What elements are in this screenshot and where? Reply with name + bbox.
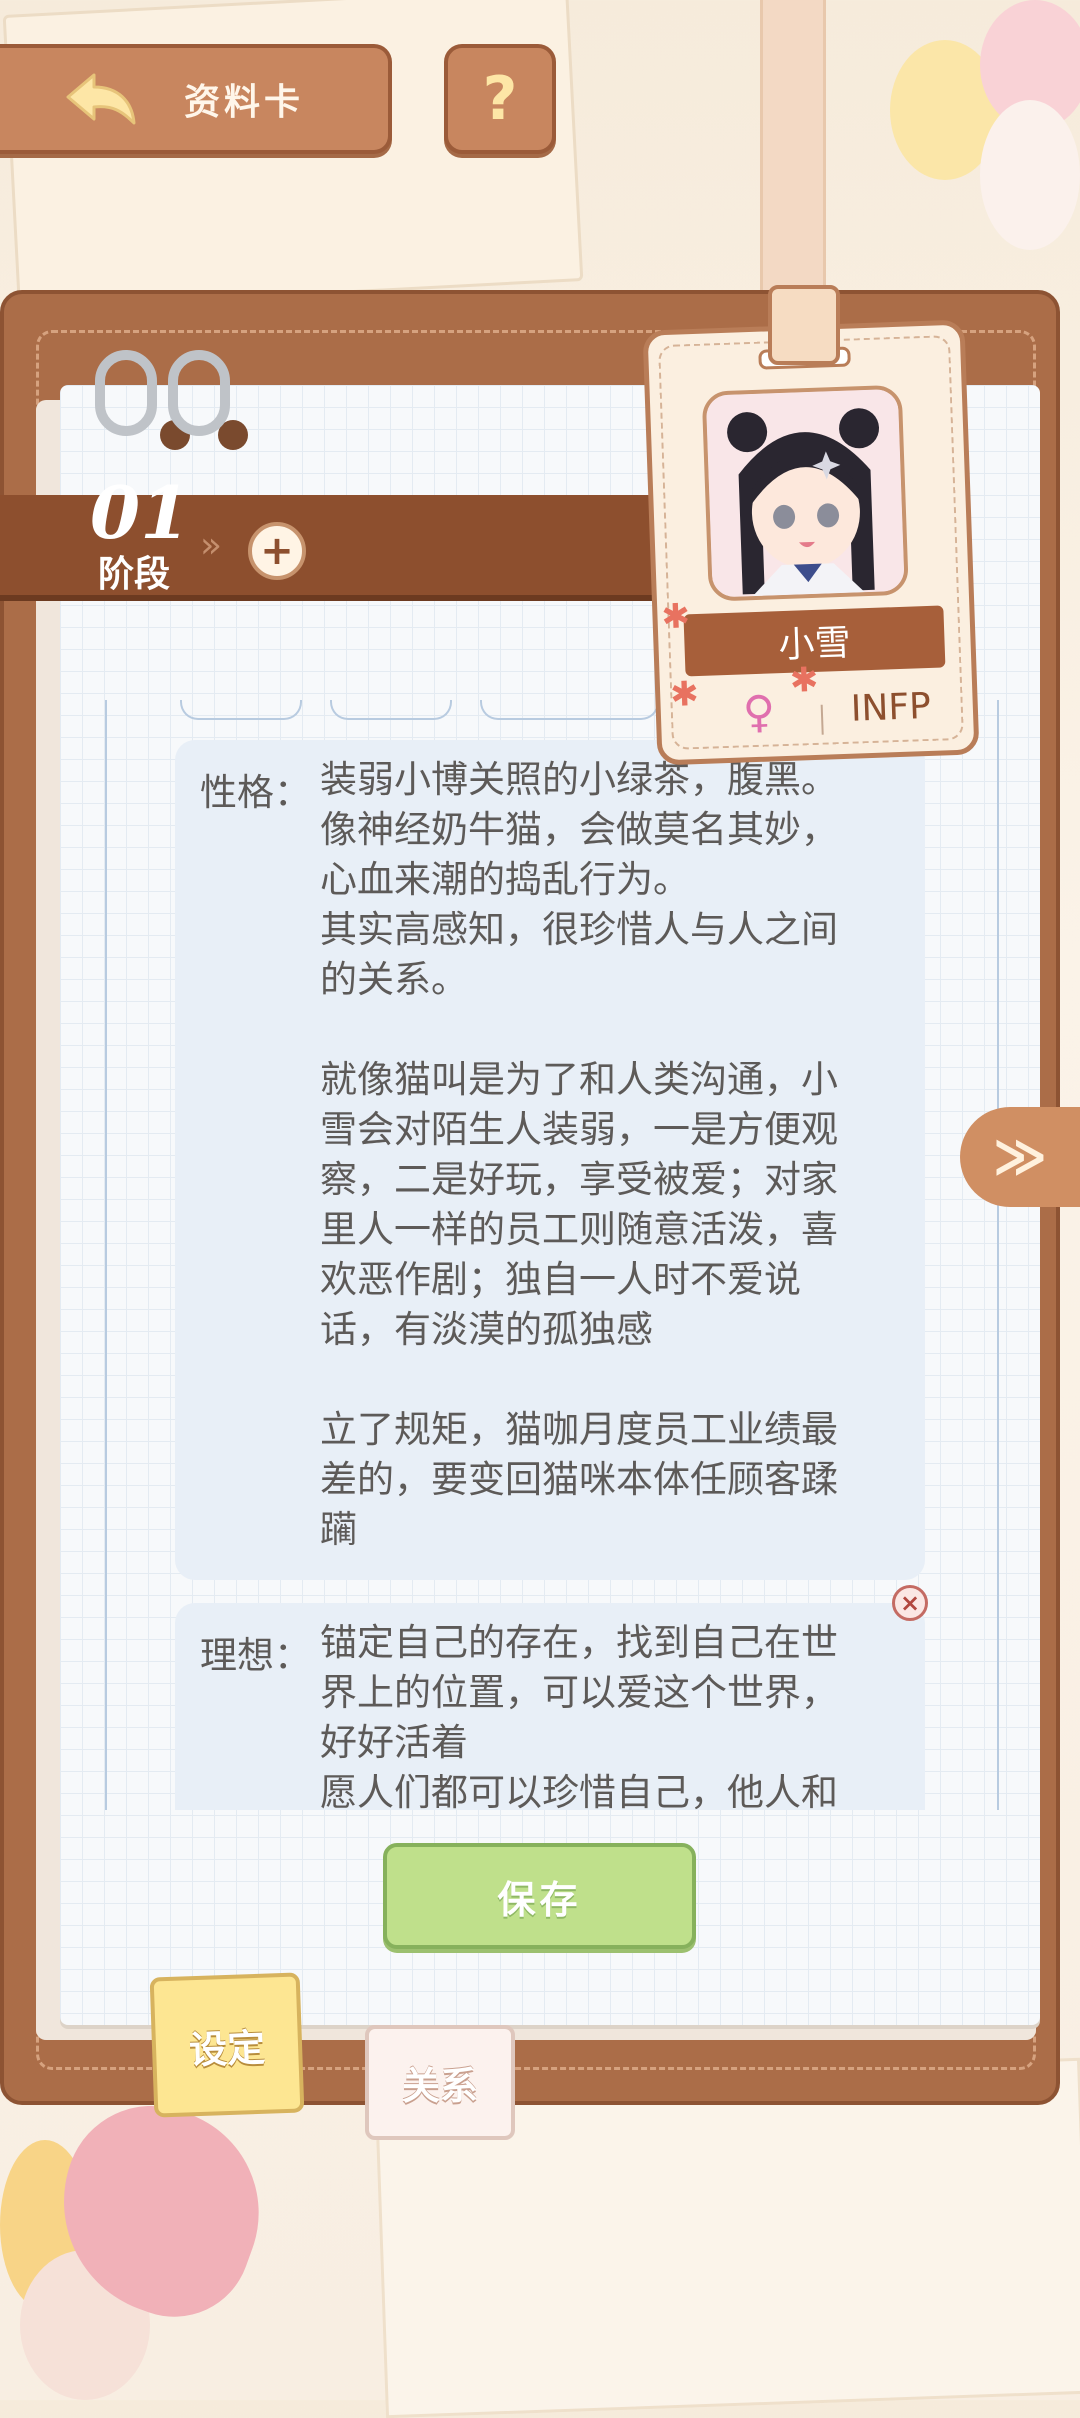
tab-settings[interactable]: 设定	[149, 1972, 305, 2118]
back-button[interactable]: 资料卡	[0, 44, 392, 154]
star-icon: ✱	[789, 659, 819, 701]
trait-text[interactable]: 锚定自己的存在，找到自己在世 界上的位置，可以爱这个世界， 好好活着 愿人们都可…	[320, 1618, 895, 1810]
back-arrow-icon	[66, 73, 136, 125]
mbti-type: INFP	[850, 685, 932, 730]
trait-card-ideal[interactable]: 理想： 锚定自己的存在，找到自己在世 界上的位置，可以爱这个世界， 好好活着 愿…	[175, 1603, 925, 1810]
binder-ring	[168, 350, 230, 436]
trait-label: 性格：	[200, 771, 311, 814]
background-strap	[760, 0, 826, 300]
next-page-button[interactable]: ≫	[960, 1107, 1080, 1207]
add-stage-button[interactable]: +	[248, 522, 306, 580]
stage-label: 阶段	[98, 554, 171, 595]
help-button[interactable]: ?	[444, 44, 556, 154]
star-icon: ✱	[660, 596, 691, 638]
chevron-right-icon: »	[200, 525, 223, 566]
stage-number: 01	[90, 470, 191, 555]
character-badge: 小雪 ✱ ✱ ✱ ♀ INFP	[642, 319, 980, 766]
chibi-girl-avatar-icon	[705, 388, 905, 598]
page-title: 资料卡	[184, 82, 305, 123]
delete-trait-button[interactable]: ×	[892, 1585, 928, 1621]
trait-label: 理想：	[200, 1634, 311, 1677]
gender-icon: ♀	[742, 686, 777, 739]
save-button[interactable]: 保存	[383, 1843, 696, 1949]
trait-text[interactable]: 装弱小博关照的小绿茶，腹黑。 像神经奶牛猫，会做莫名其妙， 心血来潮的捣乱行为。…	[320, 755, 895, 1555]
badge-clip	[768, 285, 840, 365]
star-icon: ✱	[669, 674, 700, 715]
binder-ring	[95, 350, 157, 436]
balloon-decoration	[980, 100, 1080, 250]
tab-relations[interactable]: 关系	[365, 2025, 515, 2140]
avatar	[701, 384, 909, 602]
